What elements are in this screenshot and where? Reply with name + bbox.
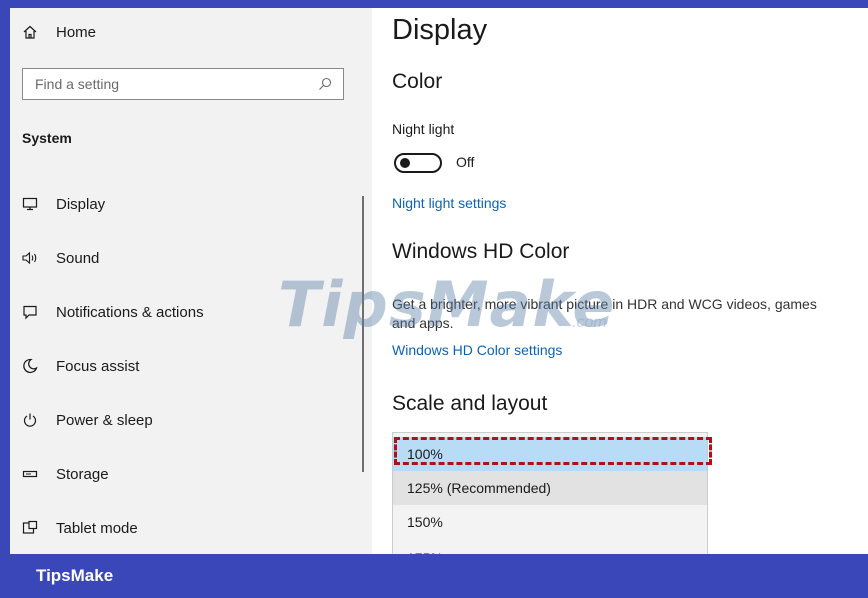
sidebar-item-sound[interactable]: Sound	[10, 236, 372, 280]
night-light-state: Off	[456, 154, 475, 170]
page-title: Display	[392, 14, 488, 46]
tablet-icon	[20, 518, 40, 538]
scale-dropdown-list[interactable]: 100% 125% (Recommended) 150% 175%	[392, 432, 708, 554]
sidebar-scrollbar[interactable]	[362, 196, 364, 472]
night-light-settings-link[interactable]: Night light settings	[392, 195, 506, 211]
notification-icon	[20, 302, 40, 322]
sidebar-item-label: Focus assist	[56, 357, 140, 375]
hd-color-description-line: Get a brighter, more vibrant picture in …	[392, 296, 817, 312]
sidebar: Home System Display Sound Notifica	[10, 8, 372, 554]
sidebar-item-label: Display	[56, 195, 106, 213]
section-label: System	[22, 130, 72, 146]
color-section-title: Color	[392, 70, 443, 93]
sidebar-item-label: Storage	[56, 465, 109, 483]
brand-footer: TipsMake	[0, 554, 868, 598]
sidebar-item-label: Tablet mode	[56, 519, 138, 537]
monitor-icon	[20, 194, 40, 214]
scale-option-125[interactable]: 125% (Recommended)	[393, 471, 707, 505]
main-content: Display Color Night light Off Night ligh…	[372, 8, 868, 554]
power-icon	[20, 410, 40, 430]
home-icon	[20, 22, 40, 42]
settings-window: Home System Display Sound Notifica	[10, 8, 868, 554]
hd-color-settings-link[interactable]: Windows HD Color settings	[392, 342, 562, 358]
sidebar-item-home[interactable]: Home	[10, 10, 372, 54]
sidebar-item-label: Notifications & actions	[56, 303, 204, 321]
night-light-toggle[interactable]	[394, 153, 442, 173]
sidebar-item-tablet-mode[interactable]: Tablet mode	[10, 506, 372, 550]
hd-color-description-line: and apps.	[392, 315, 454, 331]
search-icon[interactable]	[317, 76, 333, 92]
scale-option-100[interactable]: 100%	[393, 437, 707, 471]
toggle-knob	[400, 158, 410, 168]
sidebar-item-focus-assist[interactable]: Focus assist	[10, 344, 372, 388]
night-light-label: Night light	[392, 121, 455, 137]
scale-option-175[interactable]: 175%	[393, 541, 707, 554]
scale-option-150[interactable]: 150%	[393, 505, 707, 539]
speaker-icon	[20, 248, 40, 268]
sidebar-item-storage[interactable]: Storage	[10, 452, 372, 496]
moon-icon	[20, 356, 40, 376]
hd-color-description: Get a brighter, more vibrant picture in …	[392, 295, 868, 333]
sidebar-item-label: Power & sleep	[56, 411, 153, 429]
sidebar-item-label: Home	[56, 23, 97, 41]
sidebar-item-label: Sound	[56, 249, 100, 267]
scale-section-title: Scale and layout	[392, 392, 548, 415]
search-input[interactable]	[23, 69, 315, 99]
search-field[interactable]	[22, 68, 344, 100]
hd-color-section-title: Windows HD Color	[392, 240, 570, 263]
sidebar-item-notifications[interactable]: Notifications & actions	[10, 290, 372, 334]
brand-label: TipsMake	[36, 566, 114, 585]
storage-icon	[20, 464, 40, 484]
sidebar-item-display[interactable]: Display	[10, 182, 372, 226]
sidebar-item-power-sleep[interactable]: Power & sleep	[10, 398, 372, 442]
